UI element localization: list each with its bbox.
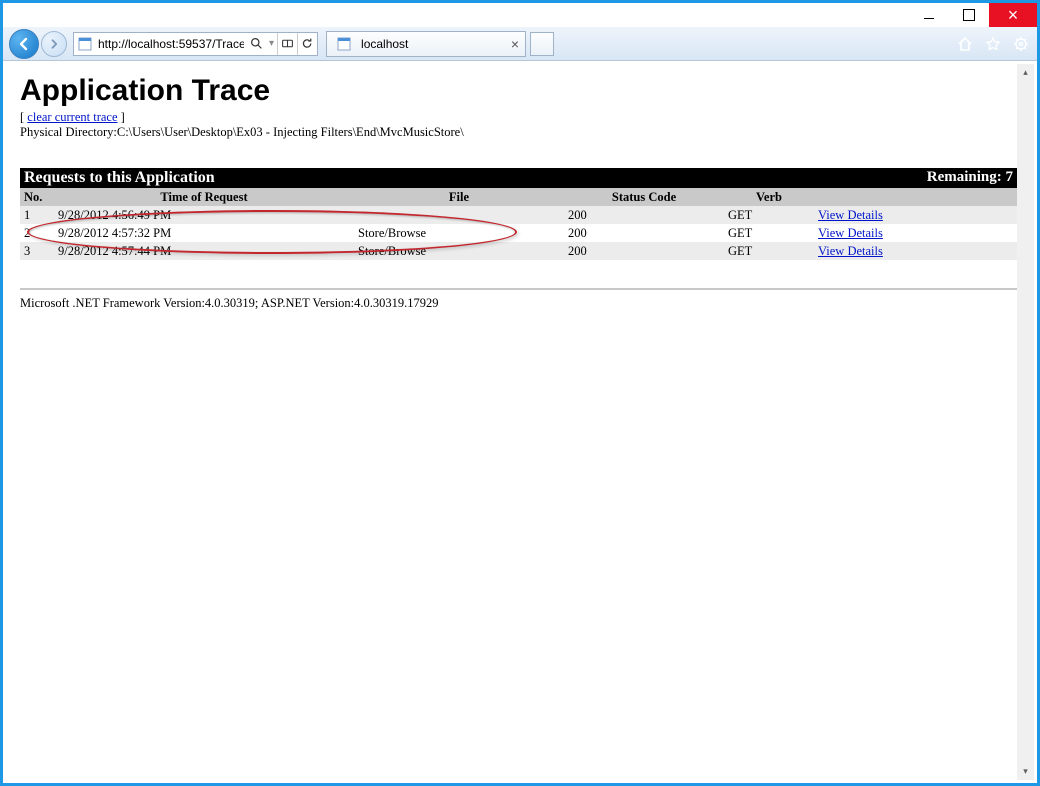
cell-time: 9/28/2012 4:57:44 PM [54,242,354,260]
cell-file [354,206,564,224]
clear-trace-line: [ clear current trace ] [20,110,1017,125]
search-icon[interactable] [246,33,266,55]
cell-no: 1 [20,206,54,224]
remaining-counter: Remaining: 7 [927,169,1013,187]
cell-verb: GET [724,224,814,242]
footer-version: Microsoft .NET Framework Version:4.0.303… [20,296,1017,311]
view-details-link[interactable]: View Details [818,244,883,258]
window-titlebar [3,3,1037,27]
col-verb: Verb [724,188,814,206]
tab-favicon [335,35,353,53]
col-status: Status Code [564,188,724,206]
table-row: 1 9/28/2012 4:56:49 PM 200 GET View Deta… [20,206,1017,224]
col-time: Time of Request [54,188,354,206]
physical-directory: Physical Directory:C:\Users\User\Desktop… [20,125,1017,140]
cell-status: 200 [564,242,724,260]
view-details-link[interactable]: View Details [818,208,883,222]
requests-section-header: Requests to this Application Remaining: … [20,168,1017,188]
new-tab-button[interactable] [530,32,554,56]
browser-tab[interactable]: localhost × [326,31,526,57]
col-file: File [354,188,564,206]
cell-verb: GET [724,242,814,260]
col-details [814,188,1017,206]
footer-divider [20,288,1017,290]
cell-file: Store/Browse [354,224,564,242]
page-title: Application Trace [20,74,1017,108]
cell-no: 3 [20,242,54,260]
cell-no: 2 [20,224,54,242]
tools-icon[interactable] [1011,34,1031,54]
scroll-down-icon[interactable]: ▾ [1017,763,1034,780]
refresh-icon[interactable] [297,33,317,55]
window-close-button[interactable] [989,3,1037,27]
favorites-icon[interactable] [983,34,1003,54]
back-button[interactable] [9,29,39,59]
tab-title: localhost [361,37,408,51]
cell-file: Store/Browse [354,242,564,260]
address-bar: ▾ [73,32,318,56]
window-minimize-button[interactable] [909,3,949,27]
scroll-up-icon[interactable]: ▴ [1017,64,1034,81]
window-maximize-button[interactable] [949,3,989,27]
home-icon[interactable] [955,34,975,54]
cell-status: 200 [564,224,724,242]
table-header-row: No. Time of Request File Status Code Ver… [20,188,1017,206]
table-row: 2 9/28/2012 4:57:32 PM Store/Browse 200 … [20,224,1017,242]
compat-view-icon[interactable] [277,33,297,55]
dropdown-icon[interactable]: ▾ [266,38,277,49]
forward-button[interactable] [41,31,67,57]
tab-close-icon[interactable]: × [511,36,519,52]
cell-status: 200 [564,206,724,224]
section-heading: Requests to this Application [24,169,215,187]
site-icon [76,35,94,53]
clear-trace-link[interactable]: clear current trace [27,110,117,124]
col-no: No. [20,188,54,206]
toolbar-right [955,34,1031,54]
table-row: 3 9/28/2012 4:57:44 PM Store/Browse 200 … [20,242,1017,260]
view-details-link[interactable]: View Details [818,226,883,240]
cell-time: 9/28/2012 4:56:49 PM [54,206,354,224]
browser-toolbar: ▾ localhost × [3,27,1037,61]
cell-time: 9/28/2012 4:57:32 PM [54,224,354,242]
url-input[interactable] [96,33,246,55]
requests-table: No. Time of Request File Status Code Ver… [20,188,1017,260]
page-viewport: Application Trace [ clear current trace … [6,64,1017,780]
vertical-scrollbar[interactable]: ▴ ▾ [1017,64,1034,780]
cell-verb: GET [724,206,814,224]
